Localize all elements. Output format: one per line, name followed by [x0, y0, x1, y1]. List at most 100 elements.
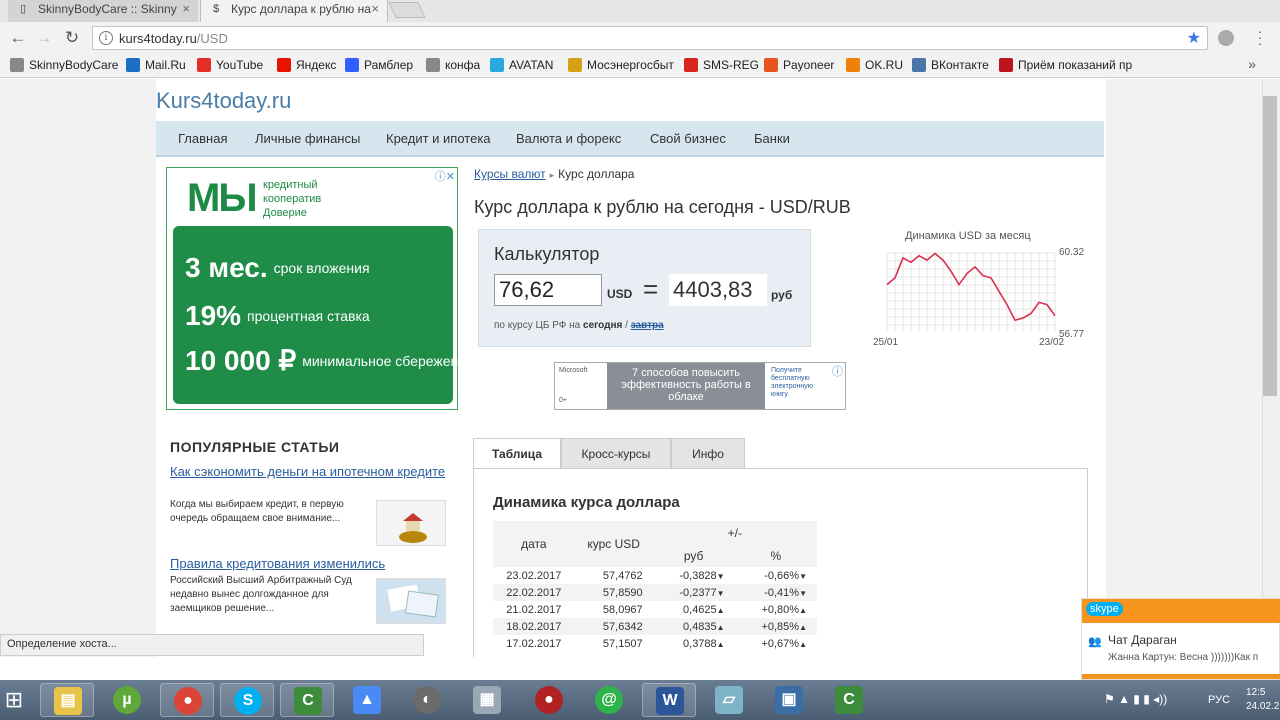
- rate-cell: 57,8590: [574, 584, 653, 601]
- page-icon: ▯: [20, 3, 27, 15]
- article-thumbnail-documents-icon[interactable]: [376, 578, 446, 624]
- system-tray-icons[interactable]: ⚑ ▲ ▮ ▮ ◂)): [1104, 692, 1167, 706]
- article-link[interactable]: Как сэкономить деньги на ипотечном креди…: [170, 464, 446, 479]
- chart-title: Динамика USD за месяц: [905, 230, 1031, 242]
- nav-item-banks[interactable]: Банки: [754, 131, 790, 146]
- skype-logo: skype: [1086, 602, 1123, 616]
- adchoices-icon[interactable]: ⓘ✕: [435, 168, 455, 184]
- bookmark-label: OK.RU: [865, 58, 904, 72]
- change-pct-cell: -0,41%▼: [734, 584, 817, 601]
- taskbar-drive[interactable]: ▲: [340, 683, 394, 717]
- bookmark-item[interactable]: Приём показаний пр: [999, 58, 1132, 72]
- tomorrow-link[interactable]: завтра: [631, 320, 664, 331]
- bookmark-item[interactable]: SkinnyBodyCare: [10, 58, 118, 72]
- article-thumbnail-house-icon[interactable]: [376, 500, 446, 546]
- amount-input[interactable]: [494, 274, 602, 306]
- nav-item-currency[interactable]: Валюта и форекс: [516, 131, 621, 146]
- date-cell: 18.02.2017: [493, 618, 575, 635]
- extension-icon[interactable]: [1218, 30, 1234, 46]
- skype-notification[interactable]: skype 👥 Чат Дараган Жанна Картун: Весна …: [1081, 598, 1280, 680]
- bookmark-item[interactable]: Mail.Ru: [126, 58, 186, 72]
- nav-item-business[interactable]: Свой бизнес: [650, 131, 726, 146]
- bookmark-item[interactable]: SMS-REG: [684, 58, 759, 72]
- taskbar-skype[interactable]: S: [220, 683, 274, 717]
- url-text[interactable]: kurs4today.ru/USD: [119, 31, 228, 46]
- scrollbar-thumb[interactable]: [1263, 96, 1277, 396]
- taskbar-camtasia[interactable]: C: [280, 683, 334, 717]
- taskbar-chrome[interactable]: ●: [160, 683, 214, 717]
- notes-icon: ▱: [715, 686, 743, 714]
- tab-cross-rates[interactable]: Кросс-курсы: [561, 438, 671, 469]
- breadcrumb: Курсы валют ▸ Курс доллара: [474, 167, 634, 181]
- change-rub-cell: 0,4835▲: [652, 618, 735, 635]
- bookmark-item[interactable]: Яндекс: [277, 58, 336, 72]
- taskbar-notes[interactable]: ▱: [702, 683, 756, 717]
- taskbar-calculator[interactable]: ▦: [460, 683, 514, 717]
- tab-table[interactable]: Таблица: [473, 438, 561, 469]
- taskbar-app[interactable]: ◐: [400, 683, 454, 717]
- bookmark-star-icon[interactable]: ★: [1187, 28, 1201, 48]
- taskbar-network[interactable]: ▣: [762, 683, 816, 717]
- table-row: 17.02.2017 57,1507 0,3788▲ +0,67%▲: [493, 635, 817, 652]
- bookmark-icon: [999, 58, 1013, 72]
- close-icon[interactable]: ×: [371, 0, 379, 18]
- info-icon[interactable]: i: [99, 31, 113, 45]
- ad-banner-microsoft[interactable]: Microsoft 0+ 7 способов повысить эффекти…: [554, 362, 846, 410]
- reload-icon[interactable]: ↻: [62, 28, 82, 48]
- bookmark-item[interactable]: ВКонтакте: [912, 58, 989, 72]
- language-indicator[interactable]: РУС: [1208, 694, 1230, 706]
- bookmark-item[interactable]: YouTube: [197, 58, 263, 72]
- article-link[interactable]: Правила кредитования изменились: [170, 556, 446, 571]
- taskbar-utorrent[interactable]: µ: [100, 683, 154, 717]
- bookmarks-bar: SkinnyBodyCare Mail.Ru YouTube Яндекс Рамбле…: [0, 54, 1280, 78]
- status-bar: Определение хоста...: [0, 634, 424, 656]
- tab-info[interactable]: Инфо: [671, 438, 745, 469]
- bookmark-item[interactable]: конфа: [426, 58, 480, 72]
- tab-title: Курс доллара к рублю на: [231, 2, 371, 16]
- taskbar-word[interactable]: W: [642, 683, 696, 717]
- clock[interactable]: 12:5 24.02.2: [1246, 686, 1279, 714]
- browser-tab-kurs[interactable]: $ Курс доллара к рублю на ×: [200, 0, 388, 22]
- app-icon: ◐: [413, 686, 441, 714]
- bookmark-label: Яндекс: [296, 58, 337, 72]
- change-rub-cell: 0,4625▲: [683, 603, 725, 616]
- nav-item-credit[interactable]: Кредит и ипотека: [386, 131, 491, 146]
- nav-item-finance[interactable]: Личные финансы: [255, 131, 360, 146]
- menu-icon[interactable]: · · ·: [1252, 24, 1268, 50]
- windows-start-icon[interactable]: ⊞: [0, 686, 28, 714]
- bookmark-label: AVATAN: [509, 58, 554, 72]
- windows-taskbar: ⊞ ▤ µ ● S C ▲ ◐ ▦ ● @ W ▱ ▣ C ⚑ ▲ ▮ ▮ ◂)…: [0, 680, 1280, 720]
- change-pct-cell: +0,67%▲: [761, 637, 807, 650]
- address-bar[interactable]: i kurs4today.ru/USD ★: [92, 26, 1208, 50]
- google-drive-icon: ▲: [353, 686, 381, 714]
- bookmark-item[interactable]: AVATAN: [490, 58, 553, 72]
- adchoices-icon[interactable]: ⓘ: [832, 363, 843, 379]
- browser-tab-skinnybodycare[interactable]: ▯ SkinnyBodyCare :: Skinny ×: [8, 0, 198, 22]
- bookmark-item[interactable]: Payoneer: [764, 58, 834, 72]
- table-row: 23.02.2017 57,4762 -0,3828▼ -0,66%▼: [493, 567, 817, 584]
- bookmark-item[interactable]: Мосэнергосбыт: [568, 58, 674, 72]
- bookmark-item[interactable]: Рамблер: [345, 58, 413, 72]
- nav-item-home[interactable]: Главная: [178, 131, 227, 146]
- utorrent-icon: µ: [113, 686, 141, 714]
- new-tab-button[interactable]: [388, 2, 426, 18]
- taskbar-mailagent[interactable]: @: [582, 683, 636, 717]
- change-rub-cell: -0,2377▼: [652, 584, 735, 601]
- back-icon[interactable]: ←: [8, 28, 28, 48]
- skype-icon: S: [234, 687, 262, 715]
- rates-table: дата курс USD +/- руб % 23.02.2017 57,476…: [493, 521, 817, 652]
- arrow-down-icon: ▼: [799, 588, 807, 598]
- taskbar-camtasia-2[interactable]: C: [822, 683, 876, 717]
- bookmark-item[interactable]: OK.RU: [846, 58, 903, 72]
- taskbar-recorder[interactable]: ●: [522, 683, 576, 717]
- forward-icon[interactable]: →: [34, 28, 54, 48]
- taskbar-explorer[interactable]: ▤: [40, 683, 94, 717]
- today-option[interactable]: сегодня: [583, 320, 622, 331]
- close-icon[interactable]: ×: [182, 0, 190, 18]
- ad-banner-cooperative[interactable]: ⓘ✕ МЫ кредитный кооператив Доверие 3 мес…: [166, 167, 474, 410]
- breadcrumb-link-currencies[interactable]: Курсы валют: [474, 167, 546, 181]
- bookmarks-overflow-icon[interactable]: »: [1248, 56, 1256, 72]
- site-logo[interactable]: Kurs4today.ru: [156, 88, 291, 114]
- usd-month-chart: Динамика USD за месяц 60.32 56.77 25/01 …: [871, 227, 1101, 357]
- rate-cell: 57,6342: [574, 618, 653, 635]
